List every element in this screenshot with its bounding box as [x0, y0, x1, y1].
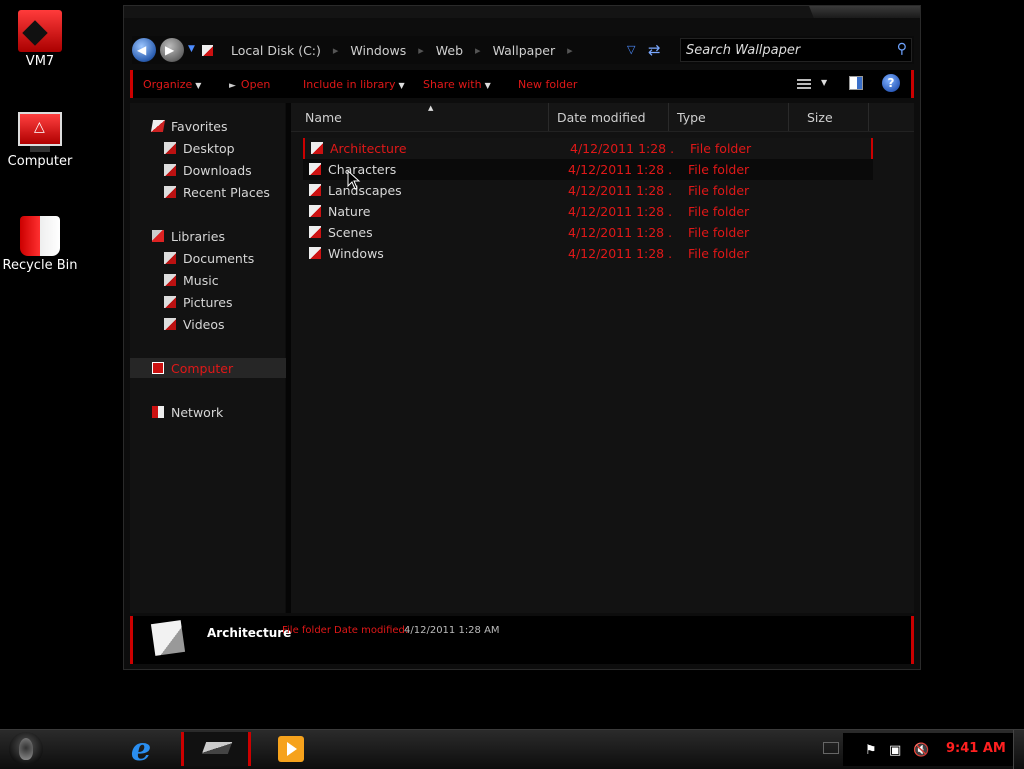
address-dropdown-icon[interactable]: ▽ [627, 43, 635, 56]
folder-icon [311, 142, 323, 154]
preview-pane-icon[interactable] [849, 76, 863, 90]
alien-logo-icon [19, 738, 33, 760]
navigation-pane: Favorites Desktop Downloads Recent Place… [130, 103, 307, 613]
documents-icon [164, 252, 176, 264]
help-icon[interactable]: ? [882, 74, 900, 92]
folder-icon [309, 226, 321, 238]
folder-icon [309, 205, 321, 217]
computer-icon [152, 362, 164, 374]
search-box[interactable]: ⚲ [680, 38, 912, 62]
details-date-value: 4/12/2011 1:28 AM [404, 625, 500, 636]
folder-icon [202, 44, 213, 56]
recent-pages-dropdown-icon[interactable]: ▼ [188, 44, 195, 54]
forward-button[interactable]: ▶ [160, 38, 184, 62]
breadcrumb: Local Disk (C:) ▸ Windows ▸ Web ▸ Wallpaper… [202, 36, 585, 64]
recycle-bin-icon [20, 216, 60, 256]
breadcrumb-item[interactable]: Local Disk (C:) ▸ [231, 43, 338, 58]
file-row[interactable]: Architecture 4/12/2011 1:28 ... File fol… [303, 138, 873, 159]
details-date-label: Date modified: [334, 625, 409, 636]
input-indicator-icon[interactable] [823, 742, 839, 754]
file-row[interactable]: Scenes 4/12/2011 1:28 ... File folder [303, 222, 873, 243]
network-icon [152, 406, 164, 418]
taskbar-explorer-button[interactable] [181, 732, 251, 766]
column-header: Name ▲ Date modified Type Size [291, 103, 914, 132]
pictures-icon [164, 296, 176, 308]
mouse-cursor-icon [347, 170, 361, 190]
show-desktop-button[interactable] [1013, 730, 1024, 769]
title-bar[interactable] [124, 6, 920, 18]
new-folder-button[interactable]: New folder [518, 78, 577, 91]
chevron-down-icon: ▼ [484, 81, 491, 90]
recent-places-icon [164, 186, 176, 198]
folder-icon [309, 163, 321, 175]
internet-explorer-icon[interactable]: e [124, 732, 158, 766]
nav-item-favorites[interactable]: Favorites [130, 116, 307, 136]
search-icon[interactable]: ⚲ [897, 41, 907, 57]
change-view-icon[interactable] [797, 77, 811, 89]
downloads-icon [164, 164, 176, 176]
chevron-down-icon: ▼ [195, 81, 202, 90]
breadcrumb-item[interactable]: Windows ▸ [350, 43, 423, 58]
explorer-window: ◀ ▶ ▼ Local Disk (C:) ▸ Windows ▸ Web ▸ Wal… [123, 5, 921, 670]
folder-icon [150, 620, 186, 656]
explorer-icon [201, 742, 233, 754]
chevron-down-icon: ▼ [398, 81, 405, 90]
include-in-library-button[interactable]: Include in library ▼ [303, 78, 405, 91]
nav-item-libraries[interactable]: Libraries [130, 226, 307, 246]
desktop-icon-label: Computer [7, 154, 73, 169]
breadcrumb-item[interactable]: Web ▸ [436, 43, 481, 58]
back-button[interactable]: ◀ [132, 38, 156, 62]
details-type: File folder [282, 625, 331, 636]
desktop-icon-label: VM7 [25, 54, 55, 69]
refresh-icon[interactable]: ⇄ [648, 41, 661, 59]
system-tray: ⚑ ▣ 🔇 9:41 AM [843, 733, 1013, 766]
details-pane: Architecture File folder Date modified: … [130, 616, 914, 664]
breadcrumb-item[interactable]: Wallpaper ▸ [493, 43, 573, 58]
red-folder-icon [18, 10, 62, 52]
details-name: Architecture [207, 626, 292, 640]
command-bar: Organize ▼ ► Open Include in library ▼ Shar… [130, 70, 914, 98]
star-icon [150, 120, 166, 132]
file-row[interactable]: Windows 4/12/2011 1:28 ... File folder [303, 243, 873, 264]
folder-icon [309, 184, 321, 196]
file-row[interactable]: Nature 4/12/2011 1:28 ... File folder [303, 201, 873, 222]
desktop-icon-computer[interactable]: △ Computer [0, 112, 80, 169]
clock[interactable]: 9:41 AM [946, 741, 1006, 756]
column-name[interactable]: Name [291, 103, 549, 131]
desktop-icon-label: Recycle Bin [2, 258, 78, 273]
taskbar: e ⚑ ▣ 🔇 9:41 AM [0, 729, 1024, 769]
libraries-icon [152, 230, 164, 242]
open-icon: ► [229, 81, 236, 91]
action-center-flag-icon[interactable]: ⚑ [865, 743, 877, 758]
start-button[interactable] [9, 732, 43, 766]
volume-muted-icon[interactable]: 🔇 [913, 743, 929, 758]
column-type[interactable]: Type [669, 103, 789, 131]
share-with-button[interactable]: Share with ▼ [423, 78, 491, 91]
desktop-icon-recycle-bin[interactable]: Recycle Bin [0, 216, 80, 273]
nav-item-computer[interactable]: Computer [130, 358, 307, 378]
computer-icon: △ [18, 112, 62, 146]
arrow-left-icon: ◀ [137, 43, 147, 57]
music-icon [164, 274, 176, 286]
media-player-icon[interactable] [278, 736, 304, 762]
search-input[interactable] [681, 39, 886, 62]
window-controls[interactable] [809, 6, 920, 18]
chevron-down-icon[interactable]: ▼ [821, 78, 827, 87]
sort-ascending-icon: ▲ [428, 104, 434, 112]
open-button[interactable]: ► Open [229, 78, 270, 91]
arrow-right-icon: ▶ [165, 43, 175, 57]
nav-item-network[interactable]: Network [130, 402, 307, 422]
address-bar: ◀ ▶ ▼ Local Disk (C:) ▸ Windows ▸ Web ▸ Wal… [132, 36, 914, 64]
column-size[interactable]: Size [789, 103, 869, 131]
desktop-icon [164, 142, 176, 154]
folder-icon [309, 247, 321, 259]
file-list: Name ▲ Date modified Type Size Architect… [291, 103, 914, 613]
file-row[interactable]: Landscapes 4/12/2011 1:28 ... File folde… [303, 180, 873, 201]
file-row[interactable]: Characters 4/12/2011 1:28 ... File folde… [303, 159, 873, 180]
desktop-icon-vm7[interactable]: VM7 [0, 10, 80, 69]
organize-button[interactable]: Organize ▼ [143, 78, 201, 91]
videos-icon [164, 318, 176, 330]
column-date-modified[interactable]: Date modified [549, 103, 669, 131]
network-icon[interactable]: ▣ [889, 743, 901, 758]
